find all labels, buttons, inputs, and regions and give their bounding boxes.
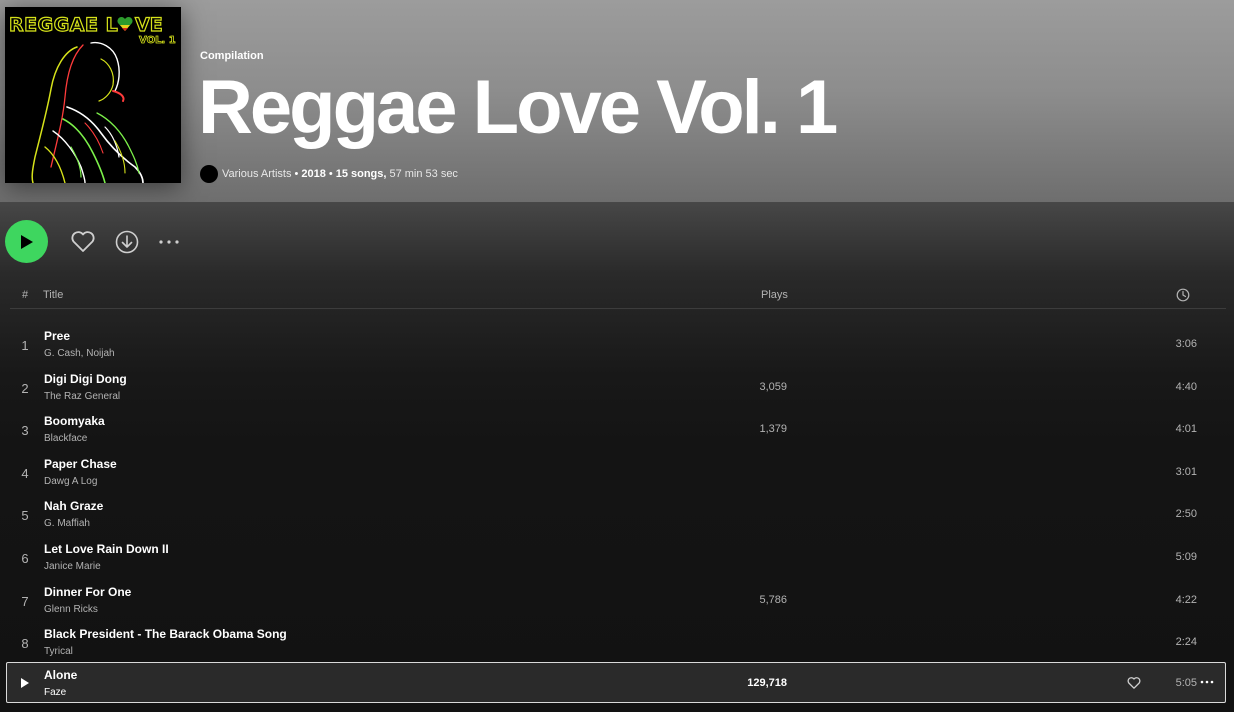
track-title[interactable]: Nah Graze xyxy=(44,499,103,513)
album-year: 2018 xyxy=(301,168,326,180)
tracklist-header: # Title Plays xyxy=(0,282,1234,309)
meta-separator-dot: • xyxy=(294,168,299,180)
track-number: 1 xyxy=(21,338,29,353)
album-page: REGGAE L VE VOL. 1 Compilation Reggae Lo… xyxy=(0,0,1234,712)
album-song-count: 15 songs, xyxy=(335,168,387,180)
track-row[interactable]: 1 Pree G. Cash, Noijah 3:06 xyxy=(6,323,1226,364)
track-title[interactable]: Let Love Rain Down II xyxy=(44,542,169,556)
album-title: Reggae Love Vol. 1 xyxy=(198,65,838,150)
track-row[interactable]: 6 Let Love Rain Down II Janice Marie 5:09 xyxy=(6,536,1226,577)
artist-avatar[interactable] xyxy=(200,165,218,183)
track-duration: 4:40 xyxy=(1175,381,1197,393)
track-artist[interactable]: G. Maffiah xyxy=(44,518,90,529)
column-header-plays[interactable]: Plays xyxy=(761,289,788,301)
album-meta: Various Artists • 2018 • 15 songs, 57 mi… xyxy=(200,164,458,184)
track-number: 8 xyxy=(21,636,29,651)
track-title[interactable]: Pree xyxy=(44,329,70,343)
track-title[interactable]: Paper Chase xyxy=(44,457,117,471)
track-artist[interactable]: The Raz General xyxy=(44,391,120,402)
track-plays: 5,786 xyxy=(759,594,787,606)
track-duration: 3:06 xyxy=(1175,338,1197,350)
track-row[interactable]: 2 Digi Digi Dong The Raz General 3,059 4:40 xyxy=(6,366,1226,407)
track-plays: 3,059 xyxy=(759,381,787,393)
track-title[interactable]: Boomyaka xyxy=(44,414,105,428)
track-duration: 3:01 xyxy=(1175,466,1197,478)
track-artist[interactable]: Glenn Ricks xyxy=(44,604,98,615)
track-row[interactable]: 7 Dinner For One Glenn Ricks 5,786 4:22 xyxy=(6,579,1226,620)
track-number: 5 xyxy=(21,508,29,523)
album-artist-link[interactable]: Various Artists xyxy=(222,168,292,180)
track-number: 3 xyxy=(21,423,29,438)
play-icon xyxy=(20,234,33,249)
meta-separator-dot: • xyxy=(328,168,333,180)
header-divider xyxy=(10,308,1226,309)
play-button[interactable] xyxy=(5,220,48,263)
track-artist[interactable]: Blackface xyxy=(44,433,87,444)
clock-icon xyxy=(1176,288,1190,302)
save-to-library-button[interactable] xyxy=(70,229,96,255)
track-row[interactable]: 8 Black President - The Barack Obama Song… xyxy=(6,621,1226,662)
track-artist[interactable]: Dawg A Log xyxy=(44,476,97,487)
album-duration: 57 min 53 sec xyxy=(389,168,458,180)
track-artist[interactable]: Janice Marie xyxy=(44,561,101,572)
track-number: 2 xyxy=(21,381,29,396)
track-plays: 1,379 xyxy=(759,423,787,435)
download-icon xyxy=(115,230,139,254)
track-number: 4 xyxy=(21,466,29,481)
album-cover: REGGAE L VE VOL. 1 xyxy=(5,7,181,183)
track-row[interactable]: 4 Paper Chase Dawg A Log 3:01 xyxy=(6,451,1226,492)
track-title[interactable]: Dinner For One xyxy=(44,585,131,599)
track-title[interactable]: Black President - The Barack Obama Song xyxy=(44,627,287,641)
track-duration: 4:01 xyxy=(1175,423,1197,435)
svg-text:VE: VE xyxy=(135,14,163,36)
column-header-duration[interactable] xyxy=(1176,288,1190,305)
track-duration: 4:22 xyxy=(1175,594,1197,606)
more-icon[interactable] xyxy=(1199,675,1215,689)
tracklist-section: # Title Plays 1 Pree G. Cash, Noijah 3:06 2 D… xyxy=(0,202,1234,712)
track-row[interactable]: 3 Boomyaka Blackface 1,379 4:01 xyxy=(6,408,1226,449)
track-row[interactable]: 5 Nah Graze G. Maffiah 2:50 xyxy=(6,493,1226,534)
svg-text:VOL. 1: VOL. 1 xyxy=(139,35,176,46)
track-duration: 5:05 xyxy=(1175,677,1197,689)
track-plays: 129,718 xyxy=(747,677,787,689)
heart-icon[interactable] xyxy=(1127,676,1141,690)
track-artist[interactable]: G. Cash, Noijah xyxy=(44,348,115,359)
track-duration: 2:24 xyxy=(1175,636,1197,648)
track-duration: 5:09 xyxy=(1175,551,1197,563)
download-button[interactable] xyxy=(114,229,140,255)
more-options-button[interactable] xyxy=(156,229,182,255)
track-row[interactable]: Alone Faze 129,718 5:05 xyxy=(6,662,1226,703)
track-duration: 2:50 xyxy=(1175,508,1197,520)
more-icon xyxy=(159,240,179,244)
track-artist[interactable]: Faze xyxy=(44,687,66,698)
track-artist[interactable]: Tyrical xyxy=(44,646,73,657)
heart-icon xyxy=(71,231,95,252)
track-title[interactable]: Digi Digi Dong xyxy=(44,372,127,386)
album-header: REGGAE L VE VOL. 1 Compilation Reggae Lo… xyxy=(0,0,1234,202)
svg-text:REGGAE L: REGGAE L xyxy=(9,14,118,36)
track-title[interactable]: Alone xyxy=(44,668,77,682)
album-cover-art: REGGAE L VE VOL. 1 xyxy=(5,7,181,183)
track-play-icon[interactable] xyxy=(20,677,30,689)
track-number: 7 xyxy=(21,594,29,609)
track-number: 6 xyxy=(21,551,29,566)
column-header-number: # xyxy=(22,289,29,301)
action-bar xyxy=(0,202,1234,282)
album-type-label: Compilation xyxy=(200,50,264,62)
column-header-title[interactable]: Title xyxy=(43,289,63,301)
